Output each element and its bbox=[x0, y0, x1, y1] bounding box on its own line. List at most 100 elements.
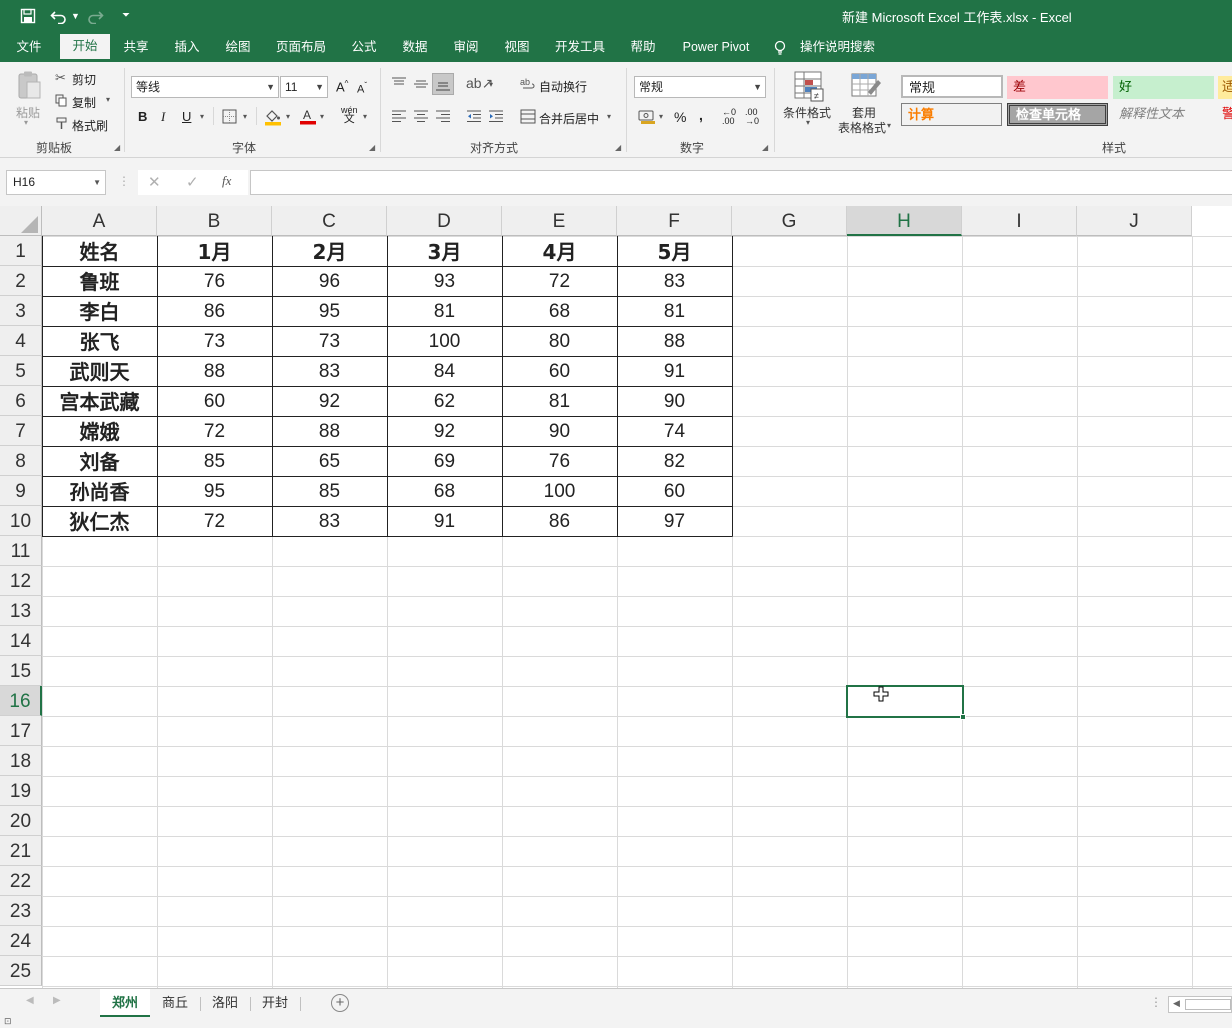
style-normal[interactable]: 常规 bbox=[901, 75, 1003, 98]
underline-dropdown-icon[interactable]: ▾ bbox=[200, 112, 204, 121]
horizontal-scrollbar[interactable]: ◀ bbox=[1168, 996, 1232, 1013]
row-header-8[interactable]: 8 bbox=[0, 446, 42, 476]
undo-dropdown-icon[interactable]: ▼ bbox=[71, 6, 80, 26]
bottom-align-icon[interactable] bbox=[432, 73, 454, 95]
score-cell[interactable]: 60 bbox=[502, 356, 617, 386]
column-header-b[interactable]: B bbox=[157, 206, 272, 236]
style-warning[interactable]: 警 bbox=[1218, 103, 1232, 126]
row-header-23[interactable]: 23 bbox=[0, 896, 42, 926]
score-cell[interactable]: 97 bbox=[617, 506, 732, 536]
macro-record-icon[interactable]: ⊡ bbox=[4, 1016, 12, 1027]
style-check-cell[interactable]: 检查单元格 bbox=[1007, 103, 1108, 126]
score-cell[interactable]: 95 bbox=[272, 296, 387, 326]
font-color-dropdown-icon[interactable]: ▾ bbox=[320, 112, 324, 121]
score-cell[interactable]: 96 bbox=[272, 266, 387, 296]
tab-developer[interactable]: 开发工具 bbox=[548, 34, 612, 62]
comma-button[interactable]: , bbox=[699, 107, 703, 123]
copy-dropdown-icon[interactable]: ▾ bbox=[106, 95, 110, 104]
splitter-grip-icon[interactable]: ⋮ bbox=[1150, 995, 1162, 1009]
column-header-h[interactable]: H bbox=[847, 206, 962, 236]
format-as-table-line2[interactable]: 表格格式 bbox=[838, 119, 886, 136]
enter-icon[interactable]: ✓ bbox=[186, 173, 199, 191]
style-good[interactable]: 好 bbox=[1113, 76, 1214, 99]
score-cell[interactable]: 91 bbox=[617, 356, 732, 386]
header-cell[interactable]: 3月 bbox=[387, 236, 502, 266]
middle-align-icon[interactable] bbox=[413, 76, 429, 95]
tab-data[interactable]: 数据 bbox=[392, 34, 438, 62]
save-icon[interactable] bbox=[20, 6, 36, 26]
name-cell[interactable]: 张飞 bbox=[42, 326, 157, 356]
clipboard-launcher-icon[interactable]: ◢ bbox=[114, 143, 120, 152]
score-cell[interactable]: 72 bbox=[157, 506, 272, 536]
borders-icon[interactable] bbox=[222, 109, 237, 127]
row-header-2[interactable]: 2 bbox=[0, 266, 42, 296]
score-cell[interactable]: 62 bbox=[387, 386, 502, 416]
score-cell[interactable]: 72 bbox=[502, 266, 617, 296]
score-cell[interactable]: 82 bbox=[617, 446, 732, 476]
formula-bar-grip-icon[interactable]: ⋮ bbox=[118, 174, 130, 188]
style-calculation[interactable]: 计算 bbox=[901, 103, 1002, 126]
score-cell[interactable]: 95 bbox=[157, 476, 272, 506]
fill-color-dropdown-icon[interactable]: ▾ bbox=[286, 112, 290, 121]
score-cell[interactable]: 86 bbox=[502, 506, 617, 536]
header-cell[interactable]: 4月 bbox=[502, 236, 617, 266]
scroll-left-icon[interactable]: ◀ bbox=[1173, 998, 1180, 1009]
top-align-icon[interactable] bbox=[391, 76, 407, 95]
cut-button[interactable]: 剪切 bbox=[72, 71, 96, 88]
row-header-25[interactable]: 25 bbox=[0, 956, 42, 986]
style-explanatory[interactable]: 解释性文本 bbox=[1113, 103, 1214, 126]
formula-input[interactable] bbox=[250, 170, 1232, 195]
select-all-button[interactable] bbox=[0, 206, 42, 236]
tab-page-layout[interactable]: 页面布局 bbox=[268, 34, 334, 62]
name-box-dropdown-icon[interactable]: ▼ bbox=[93, 171, 101, 194]
score-cell[interactable]: 81 bbox=[502, 386, 617, 416]
score-cell[interactable]: 85 bbox=[272, 476, 387, 506]
tab-power-pivot[interactable]: Power Pivot bbox=[676, 34, 756, 62]
score-cell[interactable]: 65 bbox=[272, 446, 387, 476]
format-as-table-icon[interactable] bbox=[850, 70, 882, 102]
column-header-i[interactable]: I bbox=[962, 206, 1077, 236]
score-cell[interactable]: 92 bbox=[387, 416, 502, 446]
row-header-6[interactable]: 6 bbox=[0, 386, 42, 416]
row-header-14[interactable]: 14 bbox=[0, 626, 42, 656]
tab-insert[interactable]: 插入 bbox=[164, 34, 210, 62]
paste-icon[interactable] bbox=[16, 70, 42, 100]
sheet-tab[interactable]: 开封 bbox=[250, 989, 300, 1017]
score-cell[interactable]: 91 bbox=[387, 506, 502, 536]
score-cell[interactable]: 60 bbox=[617, 476, 732, 506]
worksheet-grid[interactable]: 姓名 1月 2月 3月 4月 5月 鲁班 76 96 93 72 83 李白 86 95 81 68 81 张飞 73… bbox=[0, 206, 1232, 988]
underline-button[interactable]: U bbox=[182, 109, 191, 124]
tab-home[interactable]: 开始 bbox=[60, 34, 110, 62]
score-cell[interactable]: 100 bbox=[502, 476, 617, 506]
increase-decimal-icon[interactable]: ←0.00 bbox=[722, 108, 736, 126]
score-cell[interactable]: 93 bbox=[387, 266, 502, 296]
format-as-table-dropdown-icon[interactable]: ▾ bbox=[887, 121, 891, 130]
tab-help[interactable]: 帮助 bbox=[620, 34, 666, 62]
scroll-next-sheet-icon[interactable]: ▶ bbox=[53, 995, 61, 1006]
score-cell[interactable]: 88 bbox=[272, 416, 387, 446]
score-cell[interactable]: 76 bbox=[157, 266, 272, 296]
alignment-launcher-icon[interactable]: ◢ bbox=[615, 143, 621, 152]
row-header-24[interactable]: 24 bbox=[0, 926, 42, 956]
row-header-10[interactable]: 10 bbox=[0, 506, 42, 536]
column-header-a[interactable]: A bbox=[42, 206, 157, 236]
name-cell[interactable]: 武则天 bbox=[42, 356, 157, 386]
row-header-12[interactable]: 12 bbox=[0, 566, 42, 596]
merge-center-icon[interactable] bbox=[520, 109, 536, 127]
customize-qat-icon[interactable]: ⏷ bbox=[122, 6, 130, 26]
name-cell[interactable]: 刘备 bbox=[42, 446, 157, 476]
scroll-prev-sheet-icon[interactable]: ◀ bbox=[26, 995, 34, 1006]
conditional-format-dropdown-icon[interactable]: ▾ bbox=[806, 118, 810, 127]
wrap-text-button[interactable]: 自动换行 bbox=[539, 78, 587, 95]
header-cell[interactable]: 姓名 bbox=[42, 236, 157, 266]
font-size-select[interactable]: 11 ▼ bbox=[280, 76, 328, 98]
style-bad[interactable]: 差 bbox=[1007, 76, 1108, 99]
scrollbar-thumb[interactable] bbox=[1185, 999, 1231, 1010]
score-cell[interactable]: 83 bbox=[272, 506, 387, 536]
header-cell[interactable]: 2月 bbox=[272, 236, 387, 266]
row-header-5[interactable]: 5 bbox=[0, 356, 42, 386]
column-header-f[interactable]: F bbox=[617, 206, 732, 236]
column-header-g[interactable]: G bbox=[732, 206, 847, 236]
score-cell[interactable]: 81 bbox=[617, 296, 732, 326]
borders-dropdown-icon[interactable]: ▾ bbox=[243, 112, 247, 121]
